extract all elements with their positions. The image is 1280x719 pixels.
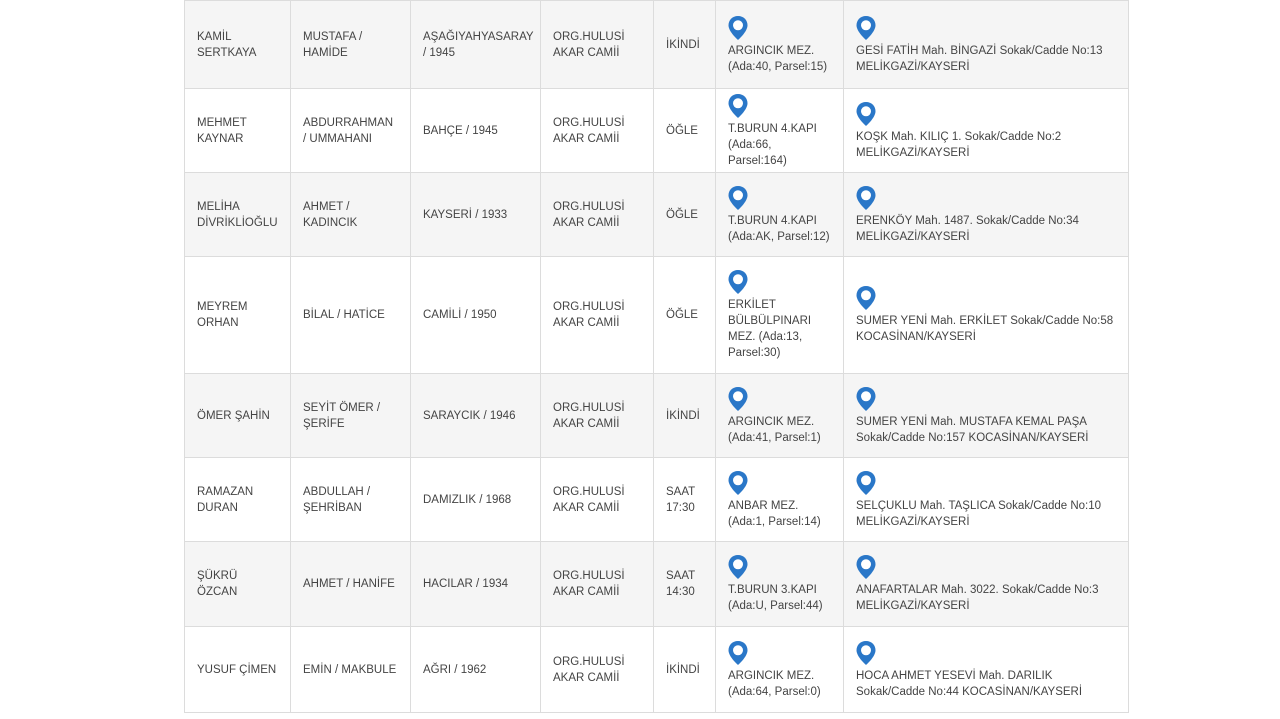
table-row: KAMİL SERTKAYA MUSTAFA / HAMİDE AŞAĞIYAHYA… [184, 0, 1129, 89]
cell-cemetery: T.BURUN 4.KAPI (Ada:AK, Parsel:12) [715, 172, 844, 257]
map-pin-icon[interactable] [728, 269, 831, 295]
map-pin-icon[interactable] [856, 15, 1116, 41]
cell-parents: SEYİT ÖMER / ŞERİFE [290, 373, 411, 458]
cell-address: SUMER YENİ Mah. MUSTAFA KEMAL PAŞA Sokak… [843, 373, 1129, 458]
cell-cemetery: ANBAR MEZ. (Ada:1, Parsel:14) [715, 457, 844, 542]
map-pin-icon[interactable] [856, 185, 1116, 211]
cell-birth: DAMIZLIK / 1968 [410, 457, 541, 542]
cell-address: GESİ FATİH Mah. BİNGAZİ Sokak/Cadde No:1… [843, 0, 1129, 89]
cell-name: ÖMER ŞAHİN [184, 373, 291, 458]
address-text: KOŞK Mah. KILIÇ 1. Sokak/Cadde No:2 MELİ… [856, 130, 1062, 159]
cell-birth: HACILAR / 1934 [410, 541, 541, 627]
table-row: MEYREM ORHAN BİLAL / HATİCE CAMİLİ / 1950 O… [184, 256, 1129, 374]
cemetery-text: T.BURUN 4.KAPI (Ada:66, Parsel:164) [728, 122, 817, 167]
cemetery-text: T.BURUN 4.KAPI (Ada:AK, Parsel:12) [728, 214, 830, 243]
cell-birth: AŞAĞIYAHYASARAY / 1945 [410, 0, 541, 89]
cell-parents: ABDULLAH / ŞEHRİBAN [290, 457, 411, 542]
table-row: MEHMET KAYNAR ABDURRAHMAN / UMMAHANI BAHÇE… [184, 88, 1129, 173]
address-text: HOCA AHMET YESEVİ Mah. DARILIK Sokak/Cad… [856, 669, 1083, 698]
cell-parents: AHMET / KADINCIK [290, 172, 411, 257]
cell-prayer: ÖĞLE [653, 256, 716, 374]
cell-parents: EMİN / MAKBULE [290, 626, 411, 713]
table-row: YUSUF ÇİMEN EMİN / MAKBULE AĞRI / 1962 ORG.… [184, 626, 1129, 713]
map-pin-icon[interactable] [728, 470, 831, 496]
cell-parents: MUSTAFA / HAMİDE [290, 0, 411, 89]
cell-birth: CAMİLİ / 1950 [410, 256, 541, 374]
table-row: RAMAZAN DURAN ABDULLAH / ŞEHRİBAN DAMIZLIK… [184, 457, 1129, 542]
cemetery-text: T.BURUN 3.KAPI (Ada:U, Parsel:44) [728, 584, 823, 612]
cell-mosque: ORG.HULUSİ AKAR CAMİİ [540, 256, 654, 374]
cell-address: ANAFARTALAR Mah. 3022. Sokak/Cadde No:3 … [843, 541, 1129, 627]
cell-address: ERENKÖY Mah. 1487. Sokak/Cadde No:34 MEL… [843, 172, 1129, 257]
cell-cemetery: ARGINCIK MEZ. (Ada:41, Parsel:1) [715, 373, 844, 458]
map-pin-icon[interactable] [728, 93, 831, 119]
cell-cemetery: T.BURUN 3.KAPI (Ada:U, Parsel:44) [715, 541, 844, 627]
cell-parents: ABDURRAHMAN / UMMAHANI [290, 88, 411, 173]
cell-mosque: ORG.HULUSİ AKAR CAMİİ [540, 457, 654, 542]
cell-name: RAMAZAN DURAN [184, 457, 291, 542]
cell-prayer: İKİNDİ [653, 626, 716, 713]
cell-birth: SARAYCIK / 1946 [410, 373, 541, 458]
map-pin-icon[interactable] [856, 640, 1116, 666]
table-row: ŞÜKRÜ ÖZCAN AHMET / HANİFE HACILAR / 1934 O… [184, 541, 1129, 627]
cell-mosque: ORG.HULUSİ AKAR CAMİİ [540, 541, 654, 627]
cell-mosque: ORG.HULUSİ AKAR CAMİİ [540, 626, 654, 713]
cell-address: SUMER YENİ Mah. ERKİLET Sokak/Cadde No:5… [843, 256, 1129, 374]
address-text: ANAFARTALAR Mah. 3022. Sokak/Cadde No:3 … [856, 584, 1099, 612]
cell-name: YUSUF ÇİMEN [184, 626, 291, 713]
cell-birth: BAHÇE / 1945 [410, 88, 541, 173]
cell-prayer: ÖĞLE [653, 88, 716, 173]
cemetery-text: ANBAR MEZ. (Ada:1, Parsel:14) [728, 499, 821, 528]
cell-cemetery: ARGINCIK MEZ. (Ada:40, Parsel:15) [715, 0, 844, 89]
map-pin-icon[interactable] [728, 15, 831, 41]
table-row: ÖMER ŞAHİN SEYİT ÖMER / ŞERİFE SARAYCIK / … [184, 373, 1129, 458]
cemetery-text: ARGINCIK MEZ. (Ada:64, Parsel:0) [728, 669, 821, 698]
map-pin-icon[interactable] [728, 386, 831, 412]
cell-address: SELÇUKLU Mah. TAŞLICA Sokak/Cadde No:10 … [843, 457, 1129, 542]
address-text: GESİ FATİH Mah. BİNGAZİ Sokak/Cadde No:1… [856, 44, 1103, 73]
map-pin-icon[interactable] [728, 185, 831, 211]
cell-mosque: ORG.HULUSİ AKAR CAMİİ [540, 172, 654, 257]
table-body: KAMİL SERTKAYA MUSTAFA / HAMİDE AŞAĞIYAHYA… [184, 0, 1129, 713]
cemetery-text: ARGINCIK MEZ. (Ada:41, Parsel:1) [728, 415, 821, 444]
table-row: MELİHA DİVRİKLİOĞLU AHMET / KADINCIK KAYSE… [184, 172, 1129, 257]
cell-name: ŞÜKRÜ ÖZCAN [184, 541, 291, 627]
cemetery-text: ERKİLET BÜLBÜLPINARI MEZ. (Ada:13, Parse… [728, 299, 812, 359]
cell-prayer: SAAT 17:30 [653, 457, 716, 542]
address-text: SUMER YENİ Mah. MUSTAFA KEMAL PAŞA Sokak… [856, 415, 1089, 444]
cell-prayer: SAAT 14:30 [653, 541, 716, 627]
obituary-table-container: KAMİL SERTKAYA MUSTAFA / HAMİDE AŞAĞIYAHYA… [184, 0, 1129, 713]
map-pin-icon[interactable] [856, 386, 1116, 412]
address-text: ERENKÖY Mah. 1487. Sokak/Cadde No:34 MEL… [856, 214, 1079, 243]
cemetery-text: ARGINCIK MEZ. (Ada:40, Parsel:15) [728, 44, 828, 73]
cell-name: KAMİL SERTKAYA [184, 0, 291, 89]
cell-prayer: ÖĞLE [653, 172, 716, 257]
cell-cemetery: ARGINCIK MEZ. (Ada:64, Parsel:0) [715, 626, 844, 713]
address-text: SUMER YENİ Mah. ERKİLET Sokak/Cadde No:5… [856, 315, 1114, 343]
cell-prayer: İKİNDİ [653, 373, 716, 458]
cell-parents: AHMET / HANİFE [290, 541, 411, 627]
map-pin-icon[interactable] [856, 470, 1116, 496]
map-pin-icon[interactable] [856, 554, 1116, 580]
map-pin-icon[interactable] [856, 101, 1116, 127]
cell-address: KOŞK Mah. KILIÇ 1. Sokak/Cadde No:2 MELİ… [843, 88, 1129, 173]
cell-cemetery: ERKİLET BÜLBÜLPINARI MEZ. (Ada:13, Parse… [715, 256, 844, 374]
map-pin-icon[interactable] [728, 640, 831, 666]
cell-mosque: ORG.HULUSİ AKAR CAMİİ [540, 373, 654, 458]
cell-mosque: ORG.HULUSİ AKAR CAMİİ [540, 88, 654, 173]
cell-cemetery: T.BURUN 4.KAPI (Ada:66, Parsel:164) [715, 88, 844, 173]
obituary-table: KAMİL SERTKAYA MUSTAFA / HAMİDE AŞAĞIYAHYA… [184, 0, 1129, 713]
cell-birth: KAYSERİ / 1933 [410, 172, 541, 257]
cell-prayer: İKİNDİ [653, 0, 716, 89]
map-pin-icon[interactable] [728, 554, 831, 580]
cell-birth: AĞRI / 1962 [410, 626, 541, 713]
address-text: SELÇUKLU Mah. TAŞLICA Sokak/Cadde No:10 … [856, 499, 1102, 528]
cell-address: HOCA AHMET YESEVİ Mah. DARILIK Sokak/Cad… [843, 626, 1129, 713]
cell-name: MELİHA DİVRİKLİOĞLU [184, 172, 291, 257]
cell-name: MEHMET KAYNAR [184, 88, 291, 173]
cell-mosque: ORG.HULUSİ AKAR CAMİİ [540, 0, 654, 89]
cell-name: MEYREM ORHAN [184, 256, 291, 374]
map-pin-icon[interactable] [856, 285, 1116, 311]
cell-parents: BİLAL / HATİCE [290, 256, 411, 374]
